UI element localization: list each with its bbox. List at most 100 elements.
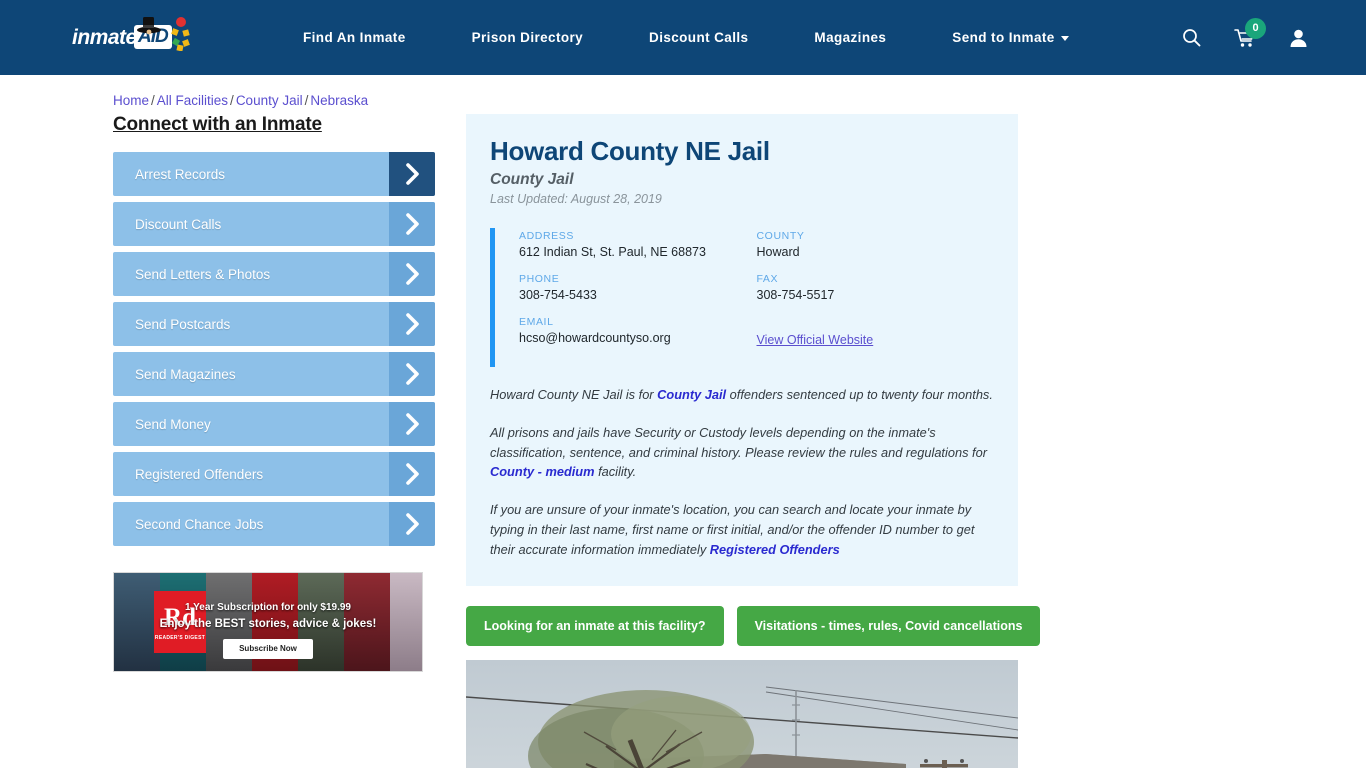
- sidebar-item-send-letters-photos[interactable]: Send Letters & Photos: [113, 252, 435, 296]
- find-inmate-button[interactable]: Looking for an inmate at this facility?: [466, 605, 724, 646]
- breadcrumb-item-home[interactable]: Home: [113, 93, 149, 108]
- nav-label: Send to Inmate: [952, 30, 1055, 45]
- sidebar-item-send-money[interactable]: Send Money: [113, 402, 435, 446]
- ad-subscribe-button[interactable]: Subscribe Now: [223, 639, 313, 659]
- content-row: Connect with an Inmate Arrest Records Di…: [0, 114, 1366, 768]
- para1-text-b: offenders sentenced up to twenty four mo…: [726, 387, 993, 402]
- breadcrumb-item-nebraska[interactable]: Nebraska: [310, 93, 368, 108]
- sidebar-item-arrest-records[interactable]: Arrest Records: [113, 152, 435, 196]
- para3-link-registered-offenders[interactable]: Registered Offenders: [710, 542, 840, 557]
- cta-button-row: Looking for an inmate at this facility? …: [466, 605, 1041, 646]
- visitations-button[interactable]: Visitations - times, rules, Covid cancel…: [736, 605, 1041, 646]
- sidebar-item-label: Second Chance Jobs: [135, 516, 264, 532]
- nav-label: Magazines: [814, 30, 887, 45]
- sidebar-item-label: Registered Offenders: [135, 466, 264, 482]
- contact-email: EMAIL hcso@howardcountyso.org: [519, 316, 757, 345]
- para2-link-county-medium[interactable]: County - medium: [490, 464, 595, 479]
- main-navigation: Find An Inmate Prison Directory Discount…: [270, 30, 1102, 45]
- sidebar-item-send-magazines[interactable]: Send Magazines: [113, 352, 435, 396]
- nav-label: Discount Calls: [649, 30, 749, 45]
- nav-item-magazines[interactable]: Magazines: [781, 30, 919, 45]
- breadcrumb-separator: /: [151, 93, 155, 108]
- facility-type: County Jail: [490, 171, 574, 188]
- chevron-right-icon: [389, 152, 435, 196]
- contact-address: ADDRESS 612 Indian St, St. Paul, NE 6887…: [519, 230, 757, 259]
- nav-item-send-to-inmate[interactable]: Send to Inmate: [919, 30, 1101, 45]
- chevron-right-icon: [389, 202, 435, 246]
- para2-text-a: All prisons and jails have Security or C…: [490, 424, 987, 460]
- sidebar-item-discount-calls[interactable]: Discount Calls: [113, 202, 435, 246]
- website-label-spacer: [757, 316, 995, 328]
- contact-fax: FAX 308-754-5517: [757, 273, 995, 302]
- chevron-right-icon: [389, 302, 435, 346]
- search-icon[interactable]: [1182, 28, 1201, 47]
- page-body: Home / All Facilities / County Jail / Nebraska…: [0, 93, 1366, 768]
- nav-item-discount-calls[interactable]: Discount Calls: [616, 30, 781, 45]
- county-label: COUNTY: [756, 230, 805, 242]
- facility-paragraph-2: All prisons and jails have Security or C…: [490, 423, 994, 482]
- sidebar-item-registered-offenders[interactable]: Registered Offenders: [113, 452, 435, 496]
- main-content: Howard County NE Jail County Jail Last U…: [466, 114, 1041, 768]
- contact-details-block: ADDRESS 612 Indian St, St. Paul, NE 6887…: [490, 228, 994, 367]
- advertisement-banner[interactable]: Rd READER'S DIGEST 1 Year Subscription f…: [113, 572, 423, 672]
- phone-label: PHONE: [519, 273, 560, 285]
- fax-label: FAX: [756, 273, 779, 285]
- contact-column-left: ADDRESS 612 Indian St, St. Paul, NE 6887…: [519, 230, 757, 363]
- facility-street-view-image: [466, 659, 1018, 768]
- sidebar-item-send-postcards[interactable]: Send Postcards: [113, 302, 435, 346]
- phone-value: 308-754-5433: [519, 288, 597, 302]
- sidebar-item-label: Arrest Records: [135, 166, 226, 182]
- fax-value: 308-754-5517: [756, 288, 835, 302]
- nav-label: Prison Directory: [471, 30, 584, 45]
- county-value: Howard: [756, 245, 800, 259]
- shopping-cart-icon[interactable]: 0: [1234, 17, 1266, 48]
- chevron-right-icon: [389, 252, 435, 296]
- sidebar-item-label: Send Letters & Photos: [135, 266, 271, 282]
- contact-phone: PHONE 308-754-5433: [519, 273, 757, 302]
- email-label: EMAIL: [519, 316, 554, 328]
- breadcrumb-item-all-facilities[interactable]: All Facilities: [157, 93, 228, 108]
- chevron-right-icon: [389, 352, 435, 396]
- sidebar: Connect with an Inmate Arrest Records Di…: [113, 114, 453, 768]
- sidebar-title: Connect with an Inmate: [113, 114, 322, 135]
- chevron-right-icon: [389, 452, 435, 496]
- para1-link-county-jail[interactable]: County Jail: [657, 387, 726, 402]
- para1-text-a: Howard County NE Jail is for: [490, 387, 658, 402]
- page-title: Howard County NE Jail: [490, 136, 770, 166]
- contact-county: COUNTY Howard: [757, 230, 995, 259]
- ad-text-overlay: 1 Year Subscription for only $19.99 Enjo…: [114, 601, 422, 659]
- ad-headline-1: 1 Year Subscription for only $19.99: [185, 602, 351, 613]
- para2-text-b: facility.: [594, 464, 637, 480]
- breadcrumb: Home / All Facilities / County Jail / Nebraska: [113, 93, 1366, 108]
- sidebar-item-label: Send Money: [135, 416, 211, 432]
- chevron-right-icon: [389, 402, 435, 446]
- official-website-link[interactable]: View Official Website: [757, 333, 874, 347]
- facility-photo: [466, 659, 1018, 768]
- contact-website: View Official Website: [757, 316, 995, 349]
- site-logo[interactable]: inmate AID: [72, 15, 194, 61]
- address-label: ADDRESS: [519, 230, 574, 242]
- breadcrumb-separator: /: [230, 93, 234, 108]
- sidebar-item-label: Send Postcards: [135, 316, 231, 332]
- logo-character-icon: [137, 16, 161, 34]
- nav-item-find-an-inmate[interactable]: Find An Inmate: [270, 30, 439, 45]
- header-icon-group: 0: [1182, 0, 1308, 75]
- breadcrumb-item-county-jail[interactable]: County Jail: [236, 93, 303, 108]
- ad-headline-2: Enjoy the BEST stories, advice & jokes!: [159, 617, 377, 630]
- sidebar-item-second-chance-jobs[interactable]: Second Chance Jobs: [113, 502, 435, 546]
- contact-column-right: COUNTY Howard FAX 308-754-5517 View Offi…: [757, 230, 995, 363]
- facility-paragraph-1: Howard County NE Jail is for County Jail…: [490, 385, 994, 405]
- nav-label: Find An Inmate: [303, 30, 406, 45]
- logo-confetti-icon: [171, 16, 190, 51]
- logo-wordmark: inmate: [72, 25, 137, 49]
- site-header: inmate AID Find An Inmate Prison Directo…: [0, 0, 1366, 75]
- email-value: hcso@howardcountyso.org: [519, 331, 671, 345]
- facility-info-panel: Howard County NE Jail County Jail Last U…: [466, 114, 1018, 586]
- facility-paragraph-3: If you are unsure of your inmate's locat…: [490, 500, 994, 559]
- nav-item-prison-directory[interactable]: Prison Directory: [439, 30, 616, 45]
- user-account-icon[interactable]: [1289, 28, 1308, 48]
- chevron-right-icon: [389, 502, 435, 546]
- address-value: 612 Indian St, St. Paul, NE 68873: [519, 245, 706, 259]
- sidebar-item-label: Send Magazines: [135, 366, 236, 382]
- cart-count-badge: 0: [1245, 17, 1266, 39]
